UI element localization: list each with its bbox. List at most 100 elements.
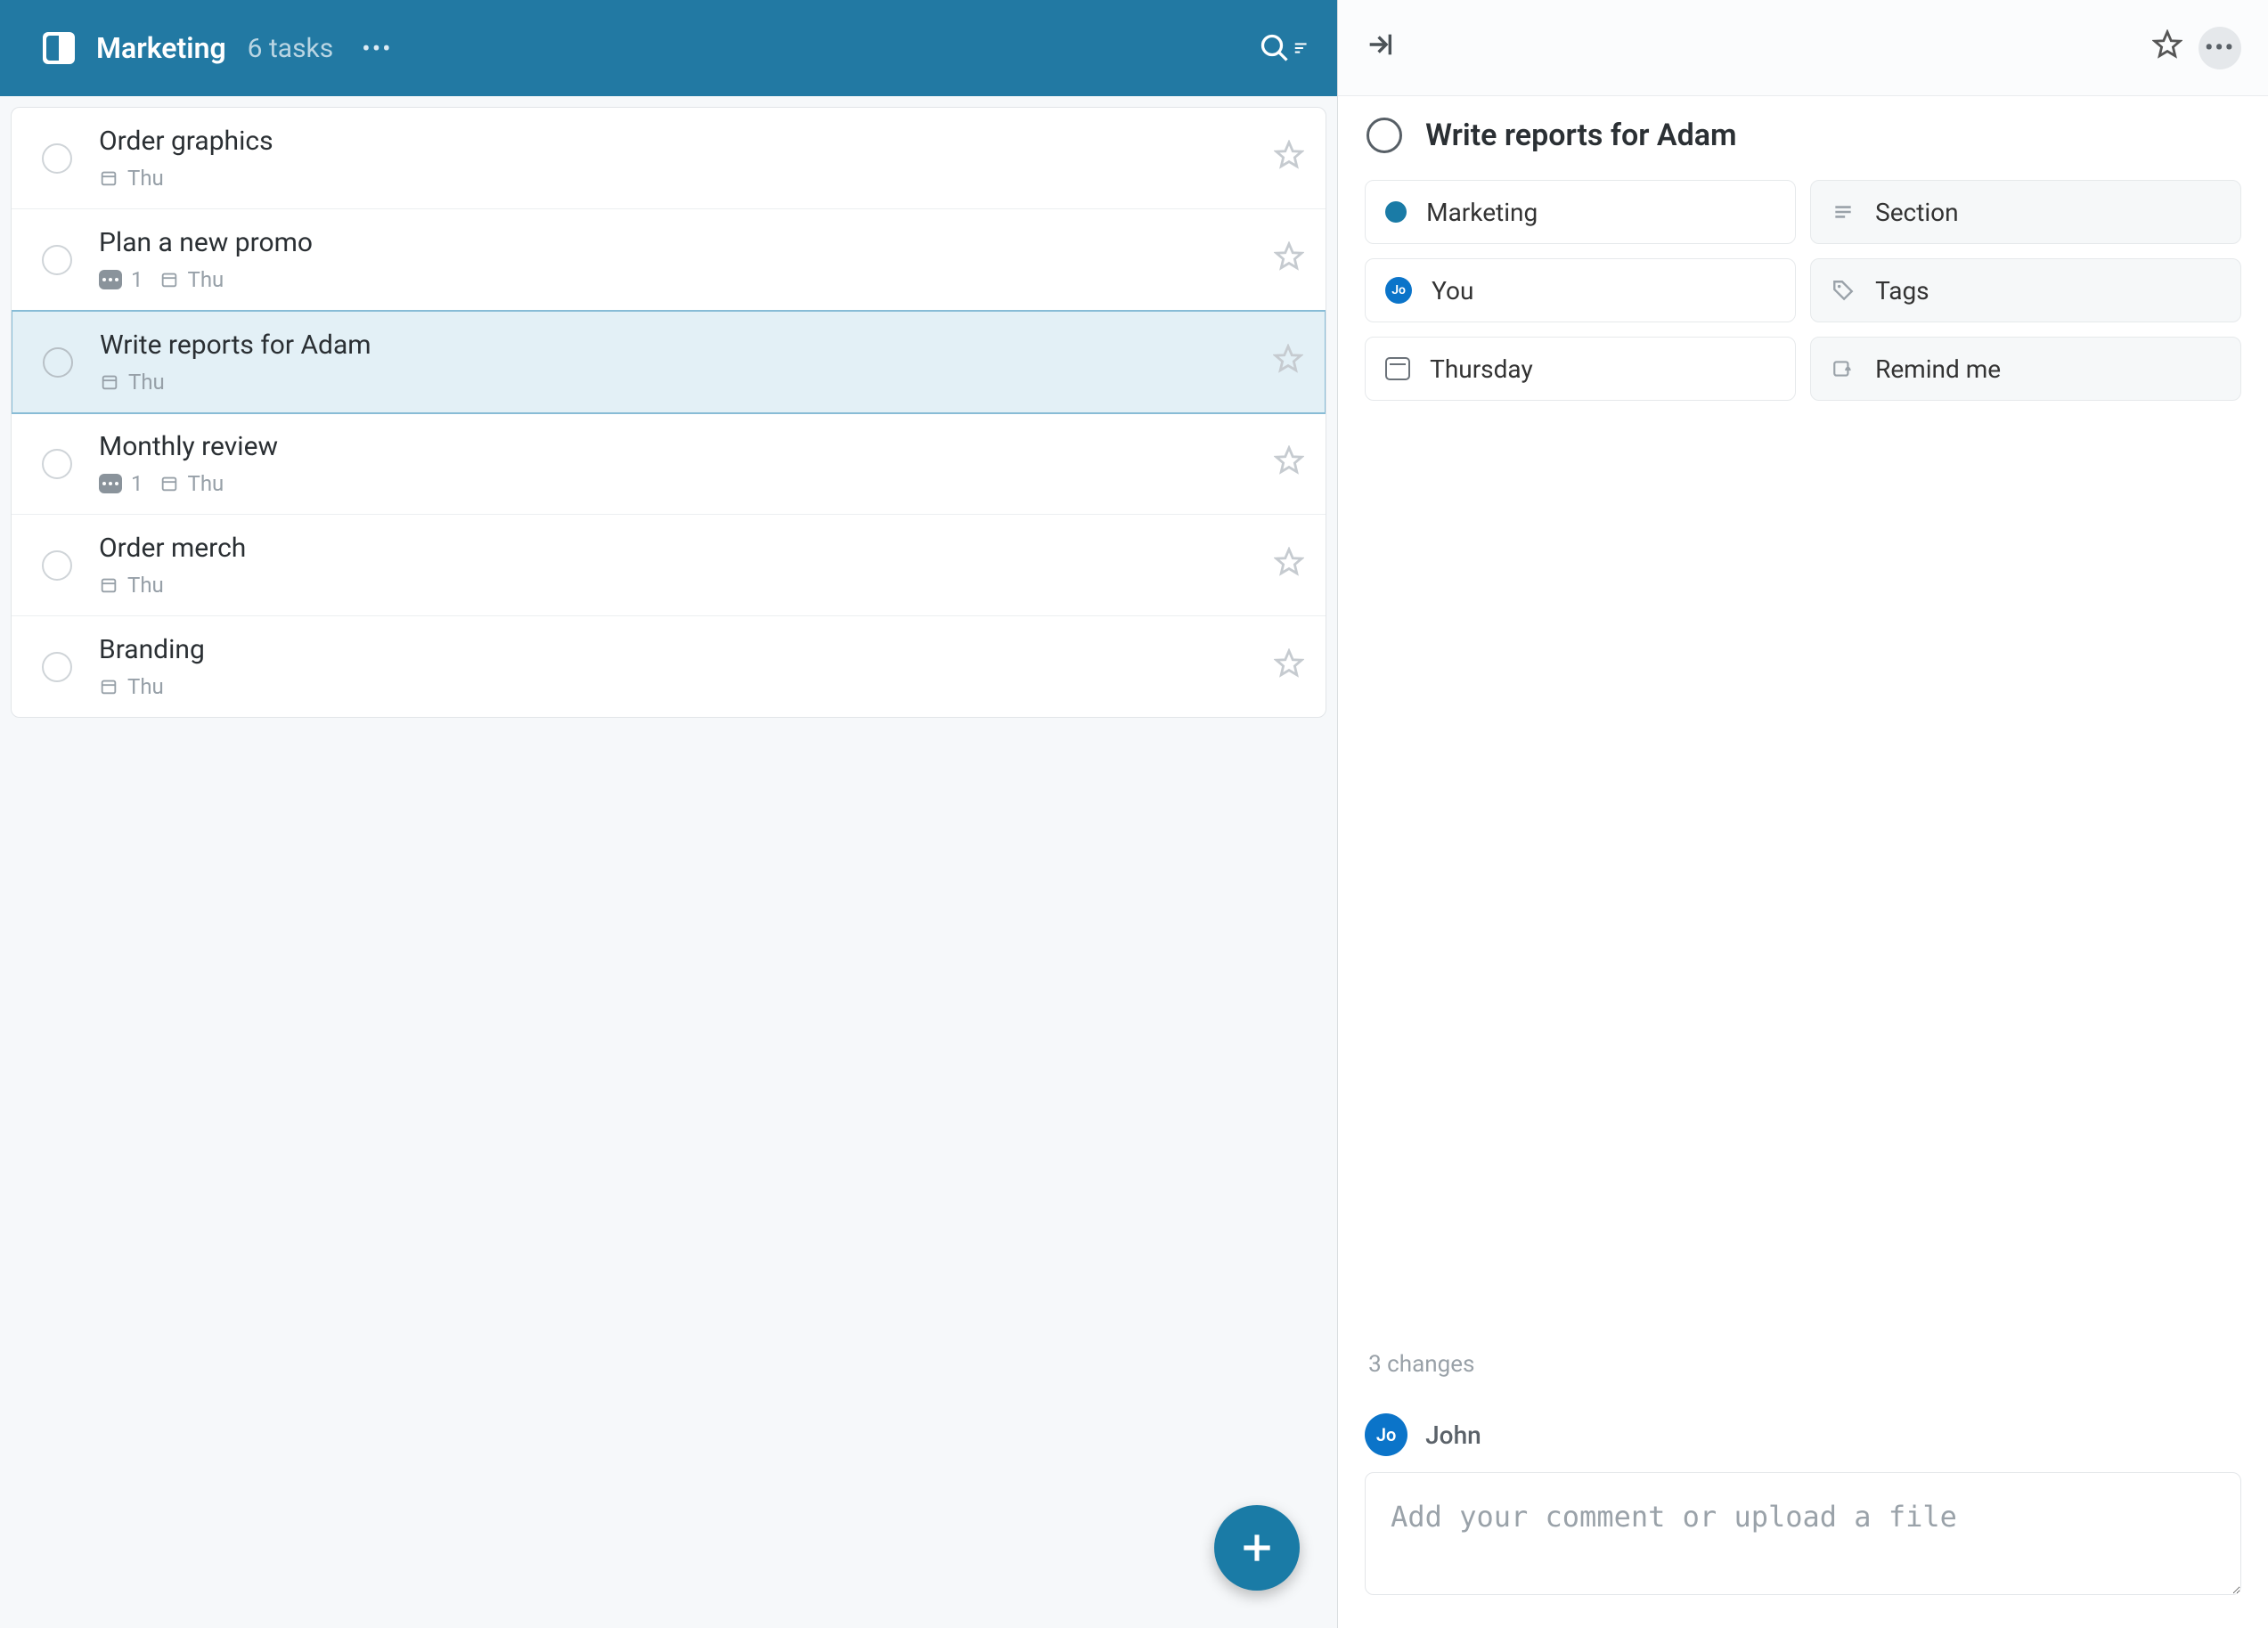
task-comment-count: 1 (99, 471, 143, 496)
detail-title-row: Write reports for Adam (1365, 118, 2241, 153)
section-chip[interactable]: Section (1810, 180, 2241, 244)
tag-icon (1831, 279, 1856, 302)
detail-properties: Marketing Section Jo You (1365, 180, 2241, 401)
task-meta: 1 Thu (99, 267, 1247, 292)
task-list-pane: Marketing 6 tasks ••• Order graphicsThuP… (0, 0, 1338, 1628)
collapse-detail-button[interactable] (1365, 29, 1395, 66)
star-icon (1274, 648, 1304, 679)
star-icon (1274, 547, 1304, 577)
detail-complete-checkbox[interactable] (1367, 118, 1402, 153)
assignee-avatar-icon: Jo (1385, 277, 1412, 304)
task-title: Branding (99, 634, 1247, 665)
add-task-fab[interactable] (1214, 1505, 1300, 1591)
task-complete-checkbox[interactable] (42, 652, 72, 682)
task-star-button[interactable] (1274, 445, 1304, 482)
filter-lines-icon (1293, 38, 1312, 58)
list-title: Marketing (96, 31, 226, 65)
task-star-button[interactable] (1274, 140, 1304, 176)
list-more-button[interactable]: ••• (355, 27, 399, 70)
task-row[interactable]: Monthly review 1 Thu (12, 413, 1326, 515)
calendar-icon (99, 575, 118, 595)
task-title: Order merch (99, 533, 1247, 564)
tags-chip[interactable]: Tags (1810, 258, 2241, 322)
project-chip[interactable]: Marketing (1365, 180, 1796, 244)
task-star-button[interactable] (1274, 241, 1304, 278)
task-date: Thu (100, 370, 165, 395)
task-meta: Thu (99, 573, 1247, 598)
star-icon (1274, 445, 1304, 476)
star-icon (2152, 29, 2182, 60)
star-icon (1274, 140, 1304, 170)
task-meta: 1 Thu (99, 471, 1247, 496)
task-date: Thu (99, 166, 164, 191)
task-date: Thu (159, 471, 224, 496)
detail-more-button[interactable]: ••• (2199, 27, 2241, 69)
task-star-button[interactable] (1274, 547, 1304, 583)
assignee-chip[interactable]: Jo You (1365, 258, 1796, 322)
calendar-icon (159, 270, 179, 289)
calendar-icon (1385, 357, 1410, 380)
task-title: Monthly review (99, 431, 1247, 462)
task-complete-checkbox[interactable] (43, 347, 73, 378)
reminder-placeholder: Remind me (1875, 354, 2001, 384)
task-date: Thu (159, 267, 224, 292)
detail-content: Write reports for Adam Marketing Section… (1338, 96, 2268, 1413)
plus-icon (1237, 1528, 1277, 1567)
task-date: Thu (99, 573, 164, 598)
comment-icon (99, 474, 122, 493)
task-complete-checkbox[interactable] (42, 449, 72, 479)
project-color-icon (1385, 201, 1407, 223)
search-filter-button[interactable] (1259, 32, 1312, 64)
comment-author-row: Jo John (1365, 1413, 2241, 1456)
task-row[interactable]: Branding Thu (12, 616, 1326, 717)
comment-author-avatar-icon: Jo (1365, 1413, 1407, 1456)
tags-placeholder: Tags (1875, 276, 1929, 305)
detail-title[interactable]: Write reports for Adam (1425, 118, 1736, 153)
task-date: Thu (99, 674, 164, 699)
assignee-name: You (1432, 276, 1473, 305)
task-complete-checkbox[interactable] (42, 143, 72, 174)
task-complete-checkbox[interactable] (42, 245, 72, 275)
reminder-icon (1831, 357, 1856, 380)
task-complete-checkbox[interactable] (42, 550, 72, 581)
changes-count[interactable]: 3 changes (1365, 1342, 2241, 1403)
calendar-icon (99, 168, 118, 188)
task-body: Order graphics Thu (99, 126, 1247, 191)
detail-toolbar: ••• (1338, 0, 2268, 96)
task-body: Order merch Thu (99, 533, 1247, 598)
task-list: Order graphicsThuPlan a new promo1ThuWri… (11, 107, 1326, 718)
calendar-icon (99, 677, 118, 696)
task-star-button[interactable] (1273, 344, 1303, 380)
task-title: Order graphics (99, 126, 1247, 157)
date-chip[interactable]: Thursday (1365, 337, 1796, 401)
date-value: Thursday (1430, 354, 1533, 384)
comment-author-name: John (1425, 1420, 1481, 1450)
section-placeholder: Section (1875, 198, 1959, 227)
task-body: Branding Thu (99, 634, 1247, 699)
task-comment-count: 1 (99, 267, 143, 292)
section-icon (1831, 200, 1856, 224)
task-detail-pane: ••• Write reports for Adam Marketing Sec… (1338, 0, 2268, 1628)
list-header: Marketing 6 tasks ••• (0, 0, 1337, 96)
detail-star-button[interactable] (2152, 29, 2182, 66)
task-star-button[interactable] (1274, 648, 1304, 685)
task-row[interactable]: Order merch Thu (12, 515, 1326, 616)
task-body: Monthly review 1 Thu (99, 431, 1247, 496)
app-logo-icon[interactable] (43, 32, 75, 64)
task-row[interactable]: Write reports for AdamThu (11, 310, 1326, 414)
search-icon (1259, 32, 1291, 64)
calendar-icon (159, 474, 179, 493)
task-row[interactable]: Order graphics Thu (12, 108, 1326, 209)
task-title: Plan a new promo (99, 227, 1247, 258)
task-meta: Thu (99, 166, 1247, 191)
task-body: Plan a new promo 1 Thu (99, 227, 1247, 292)
task-meta: Thu (100, 370, 1246, 395)
comment-input[interactable] (1365, 1472, 2241, 1595)
reminder-chip[interactable]: Remind me (1810, 337, 2241, 401)
task-row[interactable]: Plan a new promo 1 Thu (12, 209, 1326, 311)
task-body: Write reports for AdamThu (100, 330, 1246, 395)
collapse-right-icon (1365, 29, 1395, 60)
comment-icon (99, 270, 122, 289)
star-icon (1273, 344, 1303, 374)
task-count: 6 tasks (248, 33, 334, 64)
